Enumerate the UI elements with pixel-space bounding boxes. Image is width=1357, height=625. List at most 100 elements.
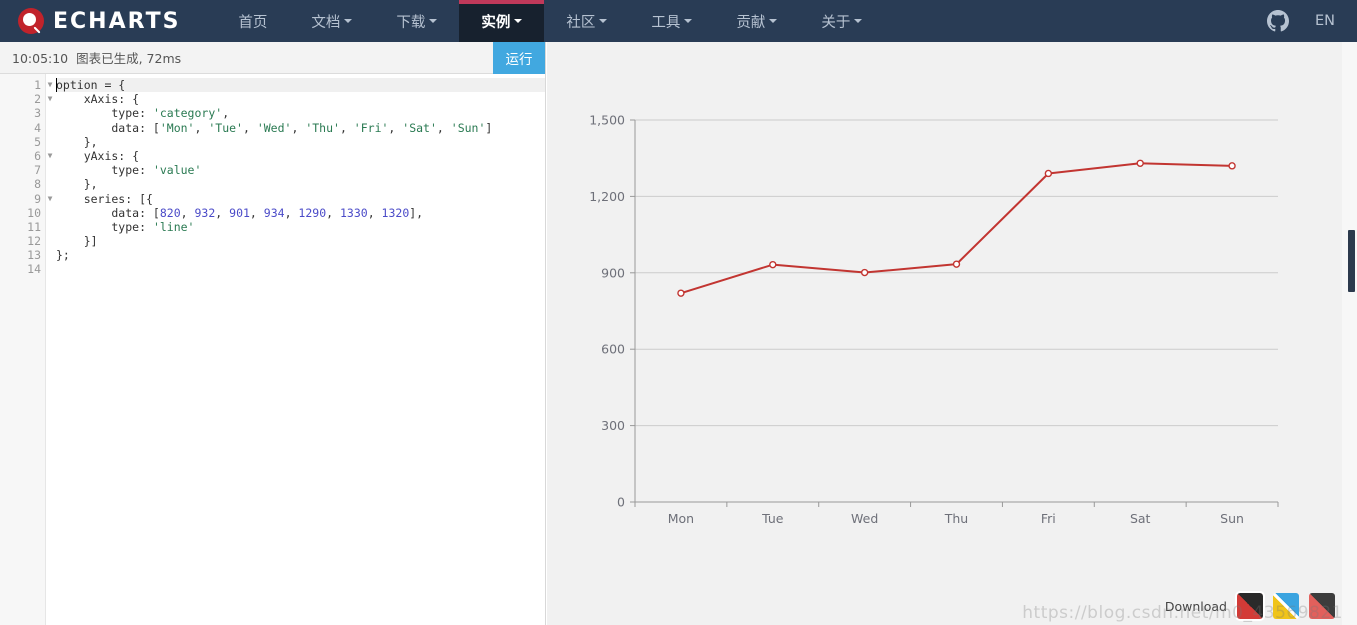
status-time: 10:05:10 — [12, 51, 69, 66]
nav-item-label: 首页 — [238, 14, 268, 31]
top-navbar: ECHARTS 首页 文档 下载 实例 社区 工具 贡献 关于 EN — [0, 0, 1357, 42]
nav-item-about[interactable]: 关于 — [799, 0, 884, 42]
code-token: 1320 — [381, 205, 410, 220]
code-token: , — [388, 120, 403, 135]
data-point[interactable] — [952, 260, 961, 268]
code-line: }, — [56, 135, 545, 149]
chevron-down-icon — [769, 19, 778, 23]
line-number: 14 — [27, 262, 41, 277]
nav-item-download[interactable]: 下载 — [374, 0, 459, 42]
nav-item-docs[interactable]: 文档 — [289, 0, 374, 42]
code-token: 'Mon' — [159, 120, 195, 135]
nav-item-label: 贡献 — [736, 14, 766, 31]
code-token: 932 — [194, 205, 216, 220]
language-switch[interactable]: EN — [1315, 13, 1335, 29]
code-token: 'Tue' — [208, 120, 243, 135]
y-axis-tick-label: 300 — [601, 418, 625, 433]
x-axis-tick-label: Thu — [944, 511, 968, 526]
x-axis-tick-label: Fri — [1041, 511, 1056, 526]
y-axis-tick-label: 1,200 — [589, 189, 625, 204]
line-chart[interactable]: 0 300 600 900 1,200 1,500 Mon Tue Wed Thu Fri Sat Su… — [547, 42, 1357, 625]
code-token: , — [249, 205, 264, 220]
chevron-down-icon — [684, 19, 693, 23]
code-token: , — [339, 120, 354, 135]
data-point[interactable] — [1136, 159, 1144, 167]
y-axis-tick-label: 1,500 — [589, 113, 625, 128]
line-number: 9 ▼ — [0, 192, 52, 206]
code-token: type: — [56, 219, 153, 234]
nav-item-contribute[interactable]: 贡献 — [714, 0, 799, 42]
code-token: }] — [56, 234, 98, 249]
data-point[interactable] — [860, 268, 869, 277]
code-editor-pane: 10:05:10 图表已生成, 72ms 运行 1 ▼ 2 ▼ 3 4 5 6 ▼ 7 8 9 ▼ 10 1… — [0, 42, 546, 625]
y-axis-tick-label: 600 — [601, 342, 625, 357]
code-line: yAxis: { — [56, 149, 545, 163]
page-scrollbar-thumb[interactable] — [1348, 230, 1355, 292]
nav-right-group: EN — [1266, 0, 1357, 42]
code-token: 'value' — [152, 163, 202, 178]
code-token: 901 — [229, 205, 250, 220]
code-token: 'Sun' — [450, 120, 486, 135]
theme-swatch-light-icon[interactable] — [1273, 593, 1299, 619]
code-area[interactable]: 1 ▼ 2 ▼ 3 4 5 6 ▼ 7 8 9 ▼ 10 11 12 13 14 option = { xAxis… — [0, 74, 545, 625]
code-token: 'Fri' — [353, 120, 389, 135]
chevron-down-icon — [854, 19, 863, 23]
run-button[interactable]: 运行 — [493, 42, 545, 74]
data-point[interactable] — [1044, 169, 1053, 178]
status-detail: 图表已生成, 72ms — [76, 51, 182, 66]
data-point[interactable] — [677, 289, 685, 297]
series-line[interactable] — [679, 162, 1234, 295]
brand-logo-link[interactable]: ECHARTS — [0, 0, 194, 42]
code-token: }; — [56, 248, 70, 263]
line-number: 8 — [34, 177, 41, 192]
code-token: data: [ — [56, 120, 160, 135]
y-axis-tick-label: 900 — [601, 265, 625, 280]
page-scrollbar[interactable] — [1342, 42, 1357, 625]
theme-swatch-dark-icon[interactable] — [1309, 593, 1335, 619]
data-point[interactable] — [1228, 162, 1236, 170]
chevron-down-icon — [514, 19, 523, 23]
line-number: 6 ▼ — [0, 149, 52, 163]
nav-item-label: 文档 — [311, 14, 341, 31]
code-token: 'Wed' — [256, 120, 292, 135]
line-number-gutter: 1 ▼ 2 ▼ 3 4 5 6 ▼ 7 8 9 ▼ 10 11 12 13 14 — [0, 74, 52, 625]
code-content[interactable]: option = { xAxis: { type: 'category', da… — [46, 74, 545, 625]
nav-item-home[interactable]: 首页 — [216, 0, 289, 42]
code-token: 1330 — [339, 205, 368, 220]
nav-item-community[interactable]: 社区 — [544, 0, 629, 42]
code-line: series: [{ — [56, 192, 545, 206]
nav-item-examples[interactable]: 实例 — [459, 0, 545, 42]
code-token: , — [180, 205, 195, 220]
chevron-down-icon — [599, 19, 608, 23]
line-number: 1 ▼ — [0, 78, 52, 92]
github-icon — [1266, 10, 1289, 32]
code-token: 934 — [263, 205, 285, 220]
github-link[interactable] — [1266, 10, 1289, 32]
code-token: yAxis: { — [56, 148, 140, 163]
code-token: type: — [56, 106, 153, 121]
nav-item-tools[interactable]: 工具 — [629, 0, 714, 42]
code-token: }, — [56, 134, 98, 149]
code-line: }, — [56, 177, 545, 191]
code-token: 820 — [159, 205, 181, 220]
code-token: series: [{ — [56, 191, 153, 206]
nav-item-label: 工具 — [651, 14, 681, 31]
line-number: 10 — [27, 205, 41, 220]
code-token: , — [326, 205, 340, 220]
theme-swatch-default-icon[interactable] — [1235, 591, 1265, 621]
code-line: data: ['Mon', 'Tue', 'Wed', 'Thu', 'Fri'… — [56, 121, 545, 135]
nav-menu: 首页 文档 下载 实例 社区 工具 贡献 关于 — [216, 0, 884, 42]
code-token: type: — [56, 163, 153, 178]
x-axis-tick-label: Wed — [851, 511, 878, 526]
brand-title: ECHARTS — [53, 8, 181, 34]
code-line: type: 'category', — [56, 106, 545, 120]
code-token: , — [222, 106, 230, 121]
code-token: option = { — [56, 78, 126, 92]
echarts-logo-icon — [18, 8, 44, 34]
code-token: 'Thu' — [305, 120, 340, 135]
nav-item-label: 关于 — [821, 14, 851, 31]
data-point[interactable] — [769, 260, 777, 269]
code-token: 1290 — [298, 205, 327, 220]
code-token: , — [215, 205, 230, 220]
code-line: option = { — [56, 78, 545, 93]
